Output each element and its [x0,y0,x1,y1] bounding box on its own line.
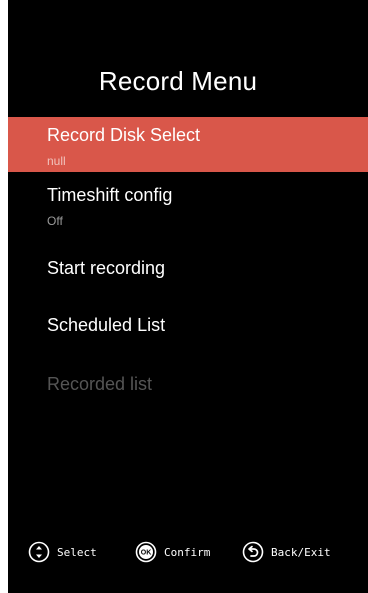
menu-item-record-disk-select[interactable]: Record Disk Select null [8,117,368,172]
menu-title: Record Menu [98,66,258,96]
menu-item-timeshift-config[interactable]: Timeshift config Off [8,184,368,228]
menu-item-start-recording[interactable]: Start recording [8,257,368,279]
footer-hints: Select OK Confirm Back/Exit [8,540,368,564]
menu-item-label: Start recording [47,258,166,278]
back-arrow-icon [242,541,264,563]
menu-item-scheduled-list[interactable]: Scheduled List [8,314,368,336]
ok-button-icon: OK [135,541,157,563]
select-hint-label: Select [57,545,97,559]
record-menu-panel: Record Menu Record Disk Select null Time… [8,0,368,593]
confirm-hint: OK Confirm [135,540,210,564]
back-hint-label: Back/Exit [271,545,331,559]
menu-item-value: Off [47,214,63,228]
menu-item-label: Scheduled List [47,315,166,335]
menu-item-value: null [47,154,66,168]
menu-item-label: Recorded list [47,374,153,394]
dpad-updown-icon [28,541,50,563]
menu-item-label: Timeshift config [47,185,173,205]
menu-item-recorded-list: Recorded list [8,373,368,395]
svg-text:OK: OK [141,550,152,557]
back-hint: Back/Exit [242,540,331,564]
confirm-hint-label: Confirm [164,545,211,559]
select-hint: Select [28,540,97,564]
menu-item-label: Record Disk Select [47,125,201,145]
